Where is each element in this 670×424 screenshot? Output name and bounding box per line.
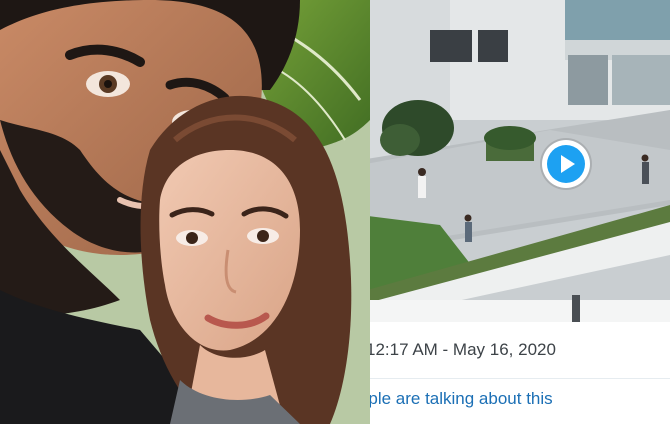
play-button[interactable] — [542, 140, 590, 188]
couple-selfie-photo — [0, 0, 370, 424]
play-icon — [547, 145, 585, 183]
tweet-timestamp: 12:17 AM - May 16, 2020 — [366, 340, 556, 359]
people-talking-link[interactable]: people are talking about this — [340, 389, 553, 409]
collage: 12:17 AM - May 16, 2020 people are talki… — [0, 0, 670, 424]
divider — [340, 378, 670, 379]
